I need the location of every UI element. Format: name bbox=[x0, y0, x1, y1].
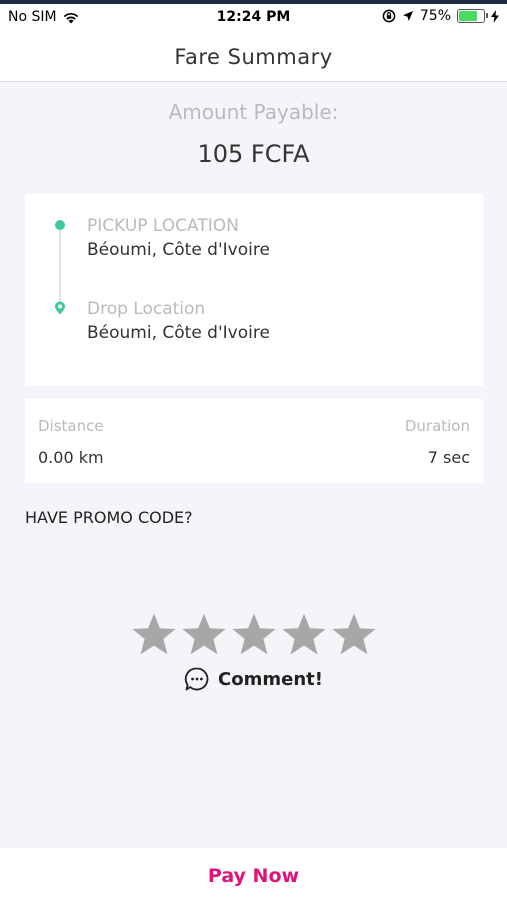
route-line bbox=[59, 230, 61, 302]
battery-icon bbox=[457, 9, 488, 23]
charging-bolt-icon bbox=[491, 9, 499, 23]
location-arrow-icon bbox=[402, 11, 413, 21]
trip-stats-card: Distance 0.00 km Duration 7 sec bbox=[25, 399, 483, 483]
duration-label: Duration bbox=[404, 417, 470, 435]
status-bar: No SIM 12:24 PM 75% bbox=[0, 4, 507, 32]
star-2-icon[interactable] bbox=[180, 612, 228, 658]
drop-label: Drop Location bbox=[87, 299, 206, 319]
pickup-label: PICKUP LOCATION bbox=[87, 216, 239, 236]
star-rating[interactable] bbox=[0, 612, 507, 658]
battery-percent: 75% bbox=[419, 8, 451, 24]
chat-bubble-icon bbox=[184, 667, 209, 691]
duration-value: 7 sec bbox=[427, 448, 470, 467]
pickup-dot-icon bbox=[55, 220, 65, 230]
distance-label: Distance bbox=[38, 417, 104, 435]
star-4-icon[interactable] bbox=[280, 612, 328, 658]
route-card: PICKUP LOCATION Béoumi, Côte d'Ivoire Dr… bbox=[25, 194, 483, 386]
star-3-icon[interactable] bbox=[230, 612, 278, 658]
pickup-address: Béoumi, Côte d'Ivoire bbox=[87, 240, 270, 260]
battery-level bbox=[459, 11, 477, 21]
promo-code-link[interactable]: HAVE PROMO CODE? bbox=[25, 508, 193, 527]
amount-payable-value: 105 FCFA bbox=[197, 140, 310, 168]
star-5-icon[interactable] bbox=[330, 612, 378, 658]
star-1-icon[interactable] bbox=[130, 612, 178, 658]
comment-button[interactable]: Comment! bbox=[0, 666, 507, 692]
rotation-lock-icon bbox=[382, 9, 396, 23]
distance-value: 0.00 km bbox=[38, 448, 104, 467]
pay-now-button[interactable]: Pay Now bbox=[0, 848, 507, 900]
drop-pin-icon bbox=[55, 301, 65, 315]
comment-label: Comment! bbox=[218, 668, 323, 690]
page-title: Fare Summary bbox=[0, 32, 507, 82]
amount-payable-label: Amount Payable: bbox=[168, 100, 339, 124]
drop-address: Béoumi, Côte d'Ivoire bbox=[87, 323, 270, 343]
pay-now-label: Pay Now bbox=[207, 865, 300, 887]
